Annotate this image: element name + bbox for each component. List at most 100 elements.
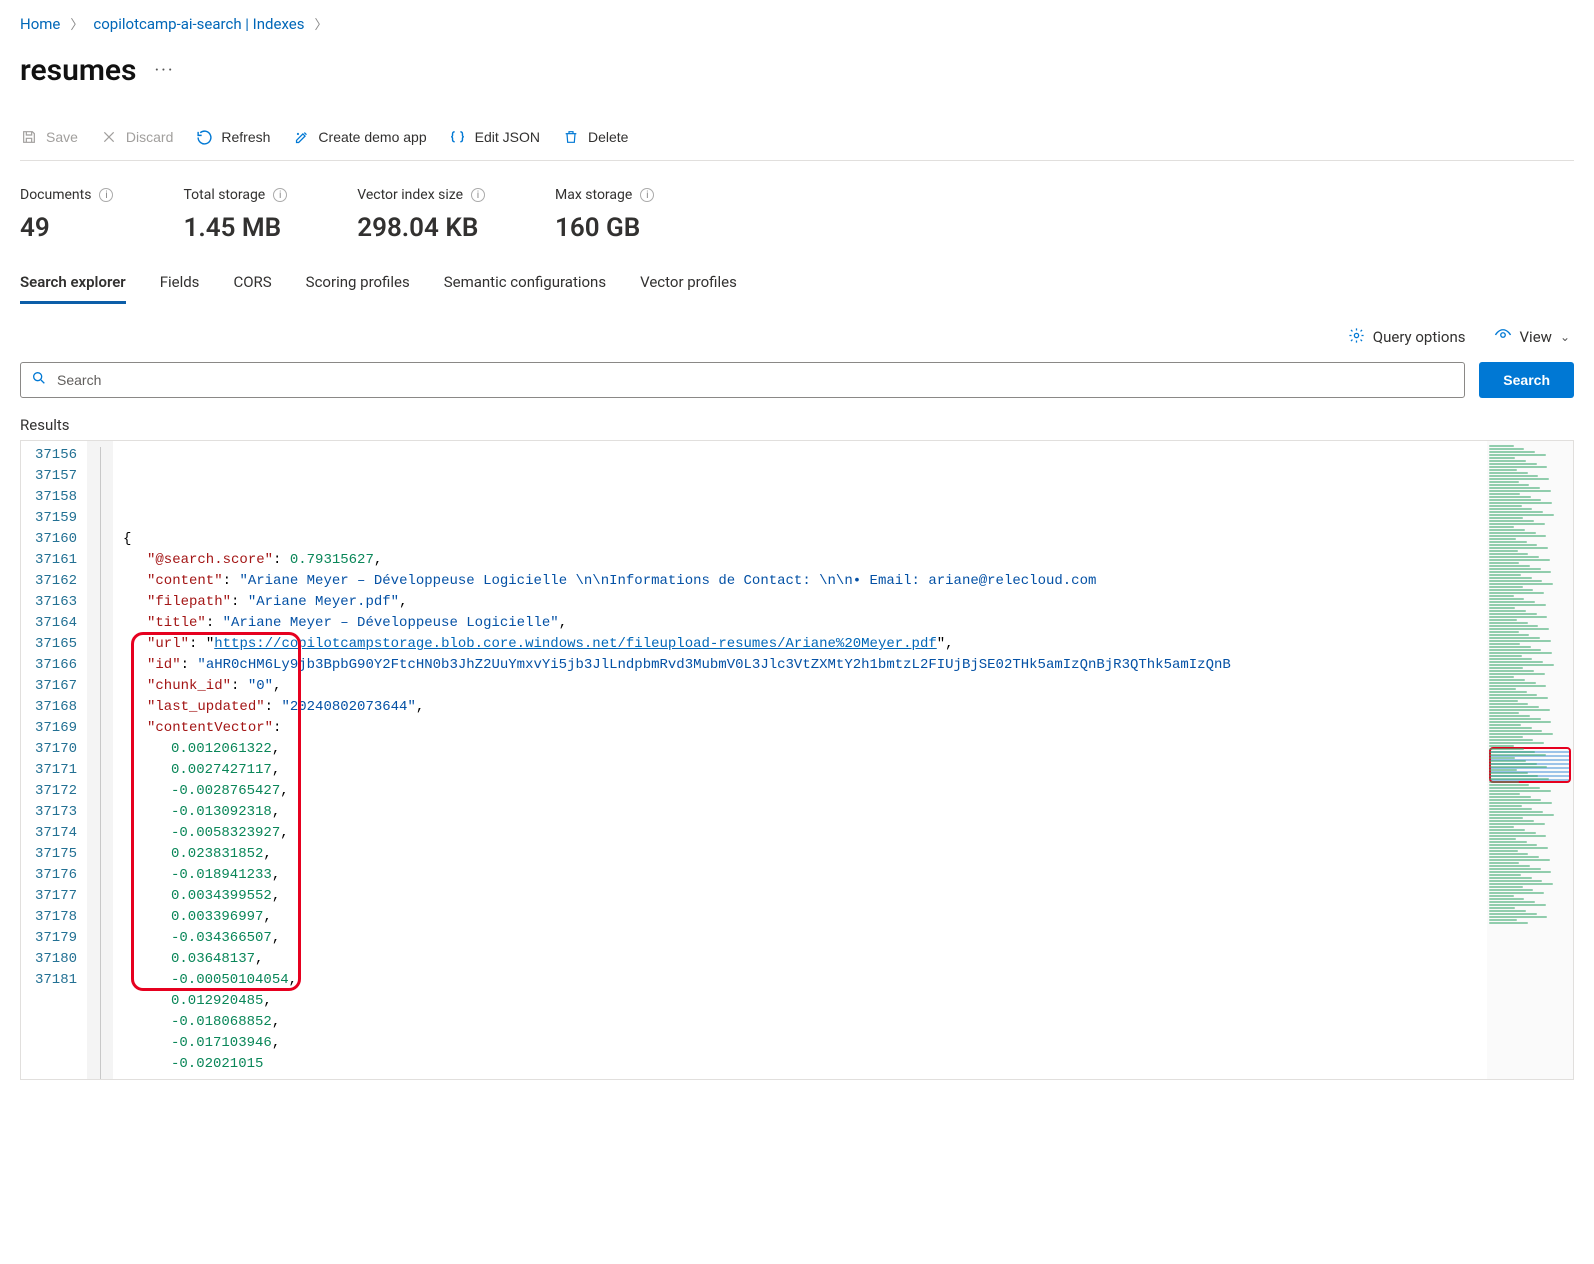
line-number: 37176 — [27, 865, 77, 886]
line-number: 37179 — [27, 928, 77, 949]
line-number: 37171 — [27, 760, 77, 781]
code-line: -0.018941233, — [123, 865, 1481, 886]
code-line: 0.003396997, — [123, 907, 1481, 928]
breadcrumb-home[interactable]: Home — [20, 15, 60, 33]
line-number: 37164 — [27, 613, 77, 634]
eye-icon — [1494, 326, 1512, 348]
code-panel[interactable]: {"@search.score": 0.79315627,"content": … — [113, 441, 1487, 1079]
line-number: 37180 — [27, 949, 77, 970]
line-number: 37158 — [27, 487, 77, 508]
chevron-down-icon: ⌄ — [1560, 330, 1570, 344]
minimap[interactable] — [1487, 441, 1573, 1079]
delete-button[interactable]: Delete — [562, 128, 628, 146]
query-options-button[interactable]: Query options — [1348, 326, 1466, 348]
line-number: 37168 — [27, 697, 77, 718]
stat-max-storage: Max storagei 160 GB — [555, 187, 654, 243]
gear-icon — [1348, 327, 1365, 348]
code-line: -0.02021015 — [123, 1054, 1481, 1075]
more-actions-button[interactable]: ··· — [154, 60, 174, 81]
search-box[interactable] — [20, 362, 1465, 398]
query-options-label: Query options — [1373, 328, 1466, 346]
edit-json-button[interactable]: Edit JSON — [449, 128, 540, 146]
code-line: "contentVector": — [123, 718, 1481, 739]
tab-vector-profiles[interactable]: Vector profiles — [640, 267, 737, 304]
toolbar: Save Discard Refresh Create demo app Edi… — [20, 118, 1574, 161]
chevron-right-icon: 〉 — [70, 14, 83, 33]
view-button[interactable]: View ⌄ — [1494, 326, 1571, 348]
view-label: View — [1520, 328, 1552, 346]
save-button: Save — [20, 128, 78, 146]
code-line: "title": "Ariane Meyer – Développeuse Lo… — [123, 613, 1481, 634]
discard-label: Discard — [126, 129, 173, 145]
line-number: 37166 — [27, 655, 77, 676]
code-line: -0.018068852, — [123, 1012, 1481, 1033]
line-number: 37178 — [27, 907, 77, 928]
line-number: 37174 — [27, 823, 77, 844]
stat-value: 1.45 MB — [183, 213, 287, 243]
fold-strip[interactable] — [87, 441, 113, 1079]
save-icon — [20, 128, 38, 146]
code-line: "id": "aHR0cHM6Ly9jb3BpbG90Y2FtcHN0b3JhZ… — [123, 655, 1481, 676]
search-button[interactable]: Search — [1479, 362, 1574, 398]
code-line: "last_updated": "20240802073644", — [123, 697, 1481, 718]
code-line: { — [123, 529, 1481, 550]
tab-semantic-configurations[interactable]: Semantic configurations — [444, 267, 606, 304]
breadcrumb-indexes[interactable]: copilotcamp-ai-search | Indexes — [93, 15, 304, 33]
info-icon[interactable]: i — [640, 188, 654, 202]
tools-icon — [292, 128, 310, 146]
search-icon — [31, 370, 47, 390]
code-line: 0.0027427117, — [123, 760, 1481, 781]
line-number-gutter: 3715637157371583715937160371613716237163… — [21, 441, 87, 1079]
refresh-button[interactable]: Refresh — [195, 128, 270, 146]
code-line: -0.034366507, — [123, 928, 1481, 949]
line-number: 37160 — [27, 529, 77, 550]
results-label: Results — [20, 416, 1574, 440]
info-icon[interactable]: i — [99, 188, 113, 202]
create-demo-label: Create demo app — [318, 129, 426, 145]
code-line: 0.03648137, — [123, 949, 1481, 970]
create-demo-app-button[interactable]: Create demo app — [292, 128, 426, 146]
line-number: 37163 — [27, 592, 77, 613]
line-number: 37175 — [27, 844, 77, 865]
code-line: "content": "Ariane Meyer – Développeuse … — [123, 571, 1481, 592]
code-line: -0.013092318, — [123, 802, 1481, 823]
code-line: "filepath": "Ariane Meyer.pdf", — [123, 592, 1481, 613]
stats-row: Documents i 49 Total storagei 1.45 MB Vec… — [20, 161, 1574, 267]
line-number: 37173 — [27, 802, 77, 823]
breadcrumb: Home 〉 copilotcamp-ai-search | Indexes 〉 — [20, 0, 1574, 47]
stat-total-storage: Total storagei 1.45 MB — [183, 187, 287, 243]
line-number: 37162 — [27, 571, 77, 592]
close-icon — [100, 128, 118, 146]
line-number: 37169 — [27, 718, 77, 739]
line-number: 37177 — [27, 886, 77, 907]
tab-search-explorer[interactable]: Search explorer — [20, 267, 126, 304]
line-number: 37165 — [27, 634, 77, 655]
discard-button: Discard — [100, 128, 173, 146]
page-title: resumes — [20, 53, 136, 88]
code-line: 0.0034399552, — [123, 886, 1481, 907]
code-line: -0.0058323927, — [123, 823, 1481, 844]
stat-vector-index-size: Vector index sizei 298.04 KB — [357, 187, 485, 243]
code-line: 0.012920485, — [123, 991, 1481, 1012]
tab-cors[interactable]: CORS — [233, 267, 271, 304]
stat-documents: Documents i 49 — [20, 187, 113, 243]
info-icon[interactable]: i — [273, 188, 287, 202]
stat-value: 298.04 KB — [357, 213, 485, 243]
trash-icon — [562, 128, 580, 146]
chevron-right-icon: 〉 — [314, 14, 327, 33]
line-number: 37172 — [27, 781, 77, 802]
tab-fields[interactable]: Fields — [160, 267, 200, 304]
info-icon[interactable]: i — [471, 188, 485, 202]
code-line: "url": "https://copilotcampstorage.blob.… — [123, 634, 1481, 655]
code-line: "chunk_id": "0", — [123, 676, 1481, 697]
line-number: 37170 — [27, 739, 77, 760]
search-input[interactable] — [47, 372, 1454, 388]
tab-scoring-profiles[interactable]: Scoring profiles — [306, 267, 410, 304]
stat-value: 49 — [20, 213, 113, 243]
line-number: 37161 — [27, 550, 77, 571]
delete-label: Delete — [588, 129, 628, 145]
save-label: Save — [46, 129, 78, 145]
stat-label: Documents — [20, 187, 91, 203]
code-line: "@search.score": 0.79315627, — [123, 550, 1481, 571]
line-number: 37181 — [27, 970, 77, 991]
